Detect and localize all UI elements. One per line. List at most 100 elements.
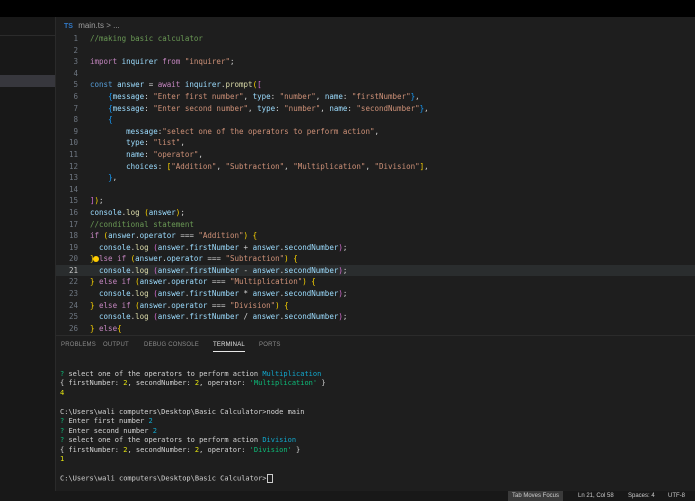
tab-terminal[interactable]: TERMINAL <box>213 342 245 352</box>
terminal-line: ? select one of the operators to perform… <box>60 370 690 380</box>
code-line[interactable]: 22} else if (answer.operator === "Multip… <box>56 276 695 288</box>
code-line[interactable]: 6 {message: "Enter first number", type: … <box>56 91 695 103</box>
code-line[interactable]: 24} else if (answer.operator === "Divisi… <box>56 300 695 312</box>
code-token: answer <box>117 80 149 90</box>
line-number: 19 <box>68 242 78 252</box>
code-token: secondNumber <box>284 312 339 322</box>
code-line[interactable]: 11 name: "operator", <box>56 149 695 161</box>
code-token: name <box>329 103 348 113</box>
terminal-line: C:\Users\wali computers\Desktop\Basic Ca… <box>60 408 690 418</box>
code-line[interactable]: 5 const answer = await inquirer.prompt([ <box>56 79 695 91</box>
breadcrumb-file[interactable]: main.ts <box>78 21 104 30</box>
code-token: "select one of the operators to perform … <box>162 126 375 136</box>
code-token: inquirer <box>184 80 221 90</box>
encoding[interactable]: UTF-8 <box>668 491 685 501</box>
line-number: 10 <box>68 138 78 148</box>
code-token: : <box>270 91 280 101</box>
code-line[interactable]: 21 console.log (answer.firstNumber - ans… <box>56 264 695 277</box>
code-line[interactable]: 9 message:"select one of the operators t… <box>56 126 695 138</box>
code-token: answer <box>157 265 185 275</box>
code-token: operator <box>139 231 181 241</box>
code-token: firstNumber <box>189 242 244 252</box>
terminal-text: 1 <box>60 455 65 463</box>
code-token: answer <box>157 312 185 322</box>
code-token: "Subtraction" <box>225 254 285 264</box>
code-line[interactable]: 12 choices: ["Addition", "Subtraction", … <box>56 161 695 173</box>
terminal[interactable]: ? select one of the operators to perform… <box>60 360 690 490</box>
code-line[interactable]: 8 { <box>56 114 695 126</box>
code-token: ; <box>99 196 104 206</box>
code-token: [ <box>257 80 262 90</box>
code-token: "Subtraction" <box>225 161 285 171</box>
code-line[interactable]: 13 }, <box>56 172 695 184</box>
terminal-text: C:\Users\wali computers\Desktop\Basic Ca… <box>60 474 267 483</box>
code-token: answer <box>148 207 176 217</box>
code-line[interactable]: 23 console.log (answer.firstNumber * ans… <box>56 288 695 300</box>
code-line[interactable]: 4 <box>56 68 695 80</box>
indentation-setting[interactable]: Spaces: 4 <box>628 491 655 501</box>
code-token: { <box>108 115 113 125</box>
tab-ports[interactable]: PORTS <box>259 342 281 348</box>
code-token: / <box>243 312 253 322</box>
code-line[interactable]: 26} else{ <box>56 323 695 333</box>
code-token: "Multiplication" <box>229 277 303 287</box>
code-token: ; <box>180 207 185 217</box>
tab-output[interactable]: OUTPUT <box>103 342 129 348</box>
code-token: "operator" <box>153 149 199 159</box>
code-token: "number" <box>279 91 316 101</box>
terminal-line: { firstNumber: 2, secondNumber: 2, opera… <box>60 379 690 389</box>
code-token: "Division" <box>229 300 276 310</box>
code-token: , <box>315 91 325 101</box>
line-number: 11 <box>68 149 78 159</box>
line-number: 23 <box>68 289 78 299</box>
line-number: 16 <box>68 207 78 217</box>
code-line[interactable]: 25 console.log (answer.firstNumber / ans… <box>56 311 695 323</box>
title-bar <box>0 0 695 17</box>
line-number: 8 <box>73 115 78 125</box>
code-token: log <box>135 242 154 252</box>
code-line[interactable]: 10 type: "list", <box>56 137 695 149</box>
tab-moves-focus-indicator[interactable]: Tab Moves Focus <box>508 491 564 501</box>
code-token: else <box>94 323 118 333</box>
tab-problems[interactable]: PROBLEMS <box>61 342 96 348</box>
code-token: ; <box>342 242 348 252</box>
code-token: ; <box>229 57 235 67</box>
code-token: "secondNumber" <box>356 103 420 113</box>
cursor-position[interactable]: Ln 21, Col 58 <box>578 491 614 501</box>
code-line[interactable]: 18 if (answer.operator === "Addition") { <box>56 230 695 242</box>
line-number: 20 <box>68 254 78 264</box>
code-token: type <box>126 138 145 148</box>
selected-explorer-item[interactable] <box>0 75 55 87</box>
code-token: { <box>284 300 289 310</box>
code-line[interactable]: 1 //making basic calculator <box>56 33 695 45</box>
code-line[interactable]: 17 //conditional statement <box>56 219 695 231</box>
code-token: : <box>144 138 154 148</box>
code-token: name <box>324 91 343 101</box>
line-number: 25 <box>68 312 78 322</box>
code-editor[interactable]: 1//making basic calculator 2 3 import inqui… <box>56 33 695 333</box>
terminal-line: ? Enter second number 2 <box>60 427 690 437</box>
code-token: console <box>99 242 131 252</box>
code-line[interactable]: 7 {message: "Enter second number", type:… <box>56 103 695 115</box>
code-line[interactable]: 14 <box>56 184 695 196</box>
code-line[interactable]: 19 console.log (answer.firstNumber + ans… <box>56 242 695 254</box>
line-number: 22 <box>68 277 78 287</box>
code-line[interactable]: 15]); <box>56 195 695 207</box>
tab-debug-console[interactable]: DEBUG CONSOLE <box>144 342 199 348</box>
code-line[interactable]: 2 <box>56 45 695 57</box>
terminal-line: { firstNumber: 2, secondNumber: 2, opera… <box>60 446 690 456</box>
code-token: firstNumber <box>189 289 244 299</box>
code-token: answer <box>157 289 185 299</box>
code-token: firstNumber <box>189 312 244 322</box>
code-token: ; <box>342 265 348 275</box>
code-line[interactable]: 16 console.log (answer); <box>56 207 695 219</box>
code-line[interactable]: 20}else if (answer.operator === "Subtrac… <box>56 253 695 265</box>
code-line[interactable]: 3 import inquirer from "inquirer"; <box>56 56 695 68</box>
code-token: console <box>99 289 131 299</box>
